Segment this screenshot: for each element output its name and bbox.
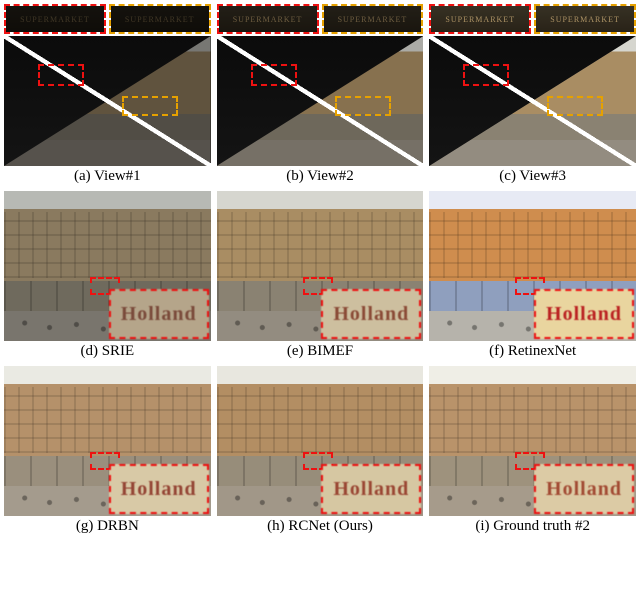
panel-b: SUPERMARKET SUPERMARKET (b) View#2 [217, 4, 424, 185]
caption-d: (d) SRIE [80, 343, 134, 360]
panel-h: Holland (h) RCNet (Ours) [217, 366, 424, 535]
crop-strip: SUPERMARKET SUPERMARKET [4, 4, 211, 34]
panel-i: Holland (i) Ground truth #2 [429, 366, 636, 535]
split-image [429, 36, 636, 166]
roi-amber [335, 96, 391, 116]
caption-c: (c) View#3 [499, 168, 566, 185]
crop-red: SUPERMARKET [217, 4, 319, 34]
caption-g: (g) DRBN [76, 518, 139, 535]
caption-a: (a) View#1 [74, 168, 141, 185]
panel-e: Holland (e) BIMEF [217, 191, 424, 360]
result-image: Holland [4, 191, 211, 341]
crop-strip: SUPERMARKET SUPERMARKET [217, 4, 424, 34]
panel-g: Holland (g) DRBN [4, 366, 211, 535]
roi-red [463, 64, 509, 86]
roi-red [38, 64, 84, 86]
panel-c: SUPERMARKET SUPERMARKET (c) View#3 [429, 4, 636, 185]
result-image: Holland [4, 366, 211, 516]
zoom-inset: Holland [109, 289, 209, 339]
roi-amber [122, 96, 178, 116]
crop-amber: SUPERMARKET [109, 4, 211, 34]
crop-red-content: SUPERMARKET [219, 6, 317, 32]
crop-amber: SUPERMARKET [534, 4, 636, 34]
zoom-inset: Holland [321, 289, 421, 339]
crop-strip: SUPERMARKET SUPERMARKET [429, 4, 636, 34]
caption-b: (b) View#2 [286, 168, 354, 185]
result-image: Holland [429, 191, 636, 341]
result-image: Holland [217, 366, 424, 516]
crop-amber: SUPERMARKET [322, 4, 424, 34]
crop-red: SUPERMARKET [429, 4, 531, 34]
crop-red-content: SUPERMARKET [431, 6, 529, 32]
caption-i: (i) Ground truth #2 [475, 518, 590, 535]
zoom-inset: Holland [109, 464, 209, 514]
roi-amber [547, 96, 603, 116]
panel-a: SUPERMARKET SUPERMARKET (a) View#1 [4, 4, 211, 185]
zoom-inset: Holland [321, 464, 421, 514]
roi-red [251, 64, 297, 86]
crop-red: SUPERMARKET [4, 4, 106, 34]
result-image: Holland [217, 191, 424, 341]
zoom-inset: Holland [534, 464, 634, 514]
caption-f: (f) RetinexNet [489, 343, 576, 360]
caption-e: (e) BIMEF [287, 343, 353, 360]
crop-amber-content: SUPERMARKET [324, 6, 422, 32]
crop-red-content: SUPERMARKET [6, 6, 104, 32]
crop-amber-content: SUPERMARKET [536, 6, 634, 32]
caption-h: (h) RCNet (Ours) [267, 518, 373, 535]
panel-d: Holland (d) SRIE [4, 191, 211, 360]
figure-grid: SUPERMARKET SUPERMARKET (a) View#1 SUPER… [4, 4, 636, 535]
panel-f: Holland (f) RetinexNet [429, 191, 636, 360]
split-image [217, 36, 424, 166]
zoom-inset: Holland [534, 289, 634, 339]
crop-amber-content: SUPERMARKET [111, 6, 209, 32]
split-image [4, 36, 211, 166]
result-image: Holland [429, 366, 636, 516]
